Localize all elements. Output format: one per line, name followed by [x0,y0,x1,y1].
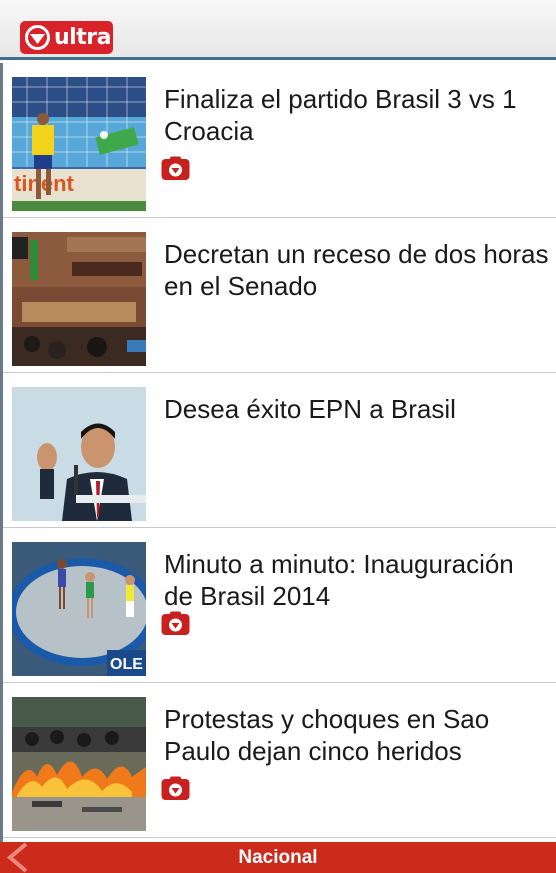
svg-text:tinent: tinent [14,171,75,196]
news-headline: Protestas y choques en Sao Paulo dejan c… [164,704,490,766]
news-feed: tinent Finaliza el partido Brasil 3 vs 1… [0,63,556,842]
section-bar: Nacional [0,842,556,873]
svg-text:OLE: OLE [110,656,143,673]
camera-icon [161,611,190,636]
news-thumbnail [12,232,146,366]
news-headline: Desea éxito EPN a Brasil [164,394,456,424]
news-item[interactable]: Decretan un receso de dos horas en el Se… [3,218,556,373]
news-headline: Minuto a minuto: Inauguración de Brasil … [164,549,514,611]
news-thumbnail: tinent [12,77,146,211]
news-item[interactable]: OLE Minuto a minuto: Inauguración de Bra… [3,528,556,683]
news-item[interactable]: Desea éxito EPN a Brasil [3,373,556,528]
news-headline: Decretan un receso de dos horas en el Se… [164,239,549,301]
camera-icon [161,156,190,181]
news-headline: Finaliza el partido Brasil 3 vs 1 Croaci… [164,84,517,146]
senate-chamber-photo [12,232,146,366]
news-thumbnail [12,697,146,831]
section-title: Nacional [238,847,318,868]
app-header: ultra [0,0,556,60]
street-fire-photo [12,697,146,831]
chevron-left-icon[interactable] [2,842,32,873]
opening-ceremony-photo: OLE [12,542,146,676]
news-item[interactable]: tinent Finaliza el partido Brasil 3 vs 1… [3,63,556,218]
ultra-logo[interactable]: ultra [20,21,113,54]
logo-text: ultra [54,25,111,50]
news-thumbnail [12,387,146,521]
soccer-goal-photo: tinent [12,77,146,211]
news-item[interactable]: Protestas y choques en Sao Paulo dejan c… [3,683,556,838]
camera-icon [161,776,190,801]
ultra-logo-icon [25,25,50,50]
news-thumbnail: OLE [12,542,146,676]
politician-speech-photo [12,387,146,521]
